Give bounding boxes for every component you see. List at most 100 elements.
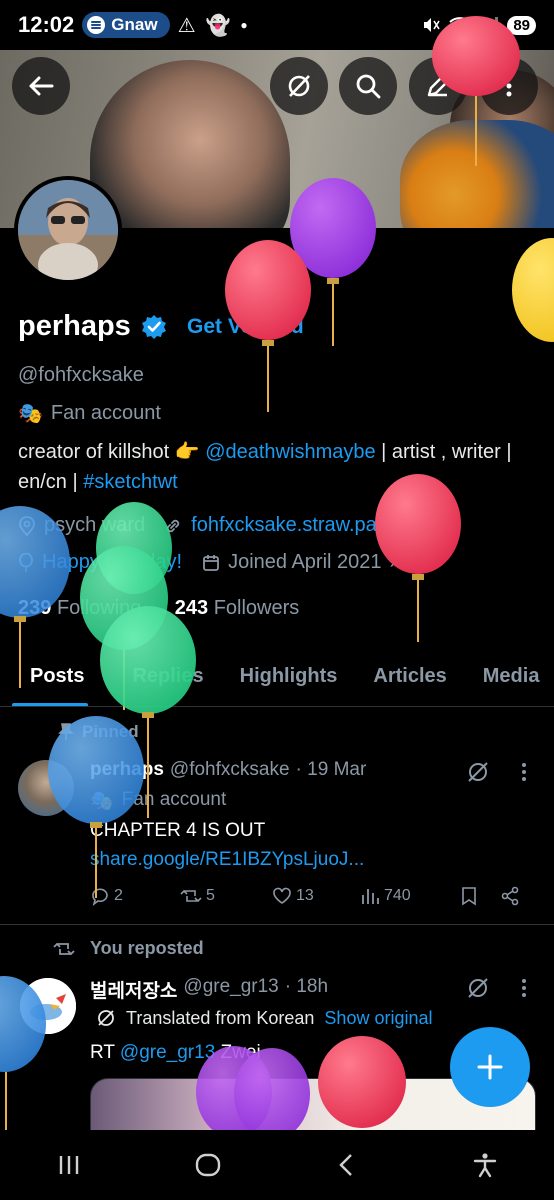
post-divider	[0, 924, 554, 925]
rt-mention-link[interactable]: @gre_gr13	[120, 1042, 215, 1063]
repost-button[interactable]: 5	[180, 886, 272, 906]
compose-fab[interactable]	[450, 1027, 530, 1107]
followers-label: Followers	[213, 597, 300, 619]
balloon-green-3	[100, 606, 196, 818]
search-button[interactable]	[339, 57, 397, 115]
pinned-label: Pinned	[82, 722, 139, 741]
chevron-right-icon: ›	[389, 551, 397, 573]
share-icon[interactable]	[500, 886, 520, 906]
repost-count: 5	[206, 887, 215, 904]
tab-replies[interactable]: Replies	[96, 645, 215, 706]
post-category-label: Fan account	[121, 789, 227, 810]
rt-prefix: RT	[90, 1042, 115, 1063]
bio-hashtag-link[interactable]: #sketchtwt	[83, 471, 177, 493]
status-time: 12:02	[18, 12, 75, 37]
translated-label: Translated from Korean	[126, 1008, 315, 1028]
repost-icon	[53, 942, 75, 955]
banner-figure-left	[90, 60, 290, 228]
translate-icon	[98, 1010, 114, 1026]
verified-badge-icon	[141, 314, 166, 339]
get-verified-link[interactable]: Get Verified	[187, 315, 304, 339]
views-count: 740	[384, 887, 411, 904]
birthday-label[interactable]: Happy birthday!	[42, 551, 182, 574]
bio-emoji: 👉	[174, 441, 200, 463]
following-count: 239	[18, 597, 52, 619]
balloon-icon	[19, 552, 33, 572]
tab-articles[interactable]: Articles	[349, 645, 458, 706]
display-name: perhaps	[18, 310, 167, 343]
followers-count: 243	[174, 597, 209, 619]
banner-orange-object	[400, 120, 554, 228]
recents-icon[interactable]	[55, 1151, 83, 1179]
translated-row: Translated from Korean Show original	[96, 1008, 432, 1029]
repost-author-name[interactable]: 벌레저장소	[90, 976, 177, 1003]
back-button[interactable]	[12, 57, 70, 115]
reply-button[interactable]: 2	[90, 886, 180, 906]
avatar-image	[18, 180, 118, 280]
like-button[interactable]: 13	[272, 886, 360, 906]
calendar-icon	[203, 554, 219, 571]
repost-label: You reposted	[90, 938, 204, 958]
display-name-text: perhaps	[18, 310, 131, 342]
post-link[interactable]: share.google/RE1IBZYpsLjuoJ...	[90, 849, 364, 871]
website-link[interactable]: fohfxcksake.straw.page	[191, 514, 399, 537]
grok-icon[interactable]	[466, 976, 490, 1000]
following-link[interactable]: 239 Following	[18, 597, 141, 619]
bio-mention-link[interactable]: @deathwishmaybe	[205, 441, 375, 463]
follow-stats: 239 Following 243 Followers	[18, 597, 299, 620]
post-author-avatar[interactable]	[18, 760, 74, 816]
show-original-link[interactable]: Show original	[324, 1008, 432, 1029]
repost-avatar-image	[20, 978, 76, 1034]
following-label: Following	[56, 597, 142, 619]
mute-icon	[424, 18, 440, 32]
rt-suffix: Zwei	[220, 1042, 261, 1063]
followers-link[interactable]: 243 Followers	[175, 597, 300, 619]
reply-count: 2	[114, 887, 123, 904]
search-icon	[356, 74, 381, 99]
link-icon	[166, 519, 180, 532]
joined-label: Joined April 2021	[228, 551, 382, 573]
views-icon	[362, 889, 379, 904]
grok-button[interactable]	[270, 57, 328, 115]
repost-author-handle[interactable]: @gre_gr13	[183, 976, 278, 1003]
balloon-yellow	[512, 238, 554, 342]
post-author-name[interactable]: perhaps	[90, 759, 164, 781]
bio-prefix: creator of killshot	[18, 441, 170, 463]
media-pill[interactable]: Gnaw	[82, 12, 170, 38]
more-button[interactable]	[480, 57, 538, 115]
battery-indicator: 89	[507, 15, 536, 35]
profile-avatar[interactable]	[14, 176, 122, 284]
warning-icon: ⚠	[177, 14, 196, 37]
edit-button[interactable]	[409, 57, 467, 115]
pinned-indicator: Pinned	[58, 722, 139, 742]
like-icon	[273, 887, 291, 904]
status-right: 89	[421, 15, 536, 35]
back-icon[interactable]	[333, 1151, 361, 1179]
wifi-icon	[449, 17, 471, 34]
repost-indicator: You reposted	[52, 938, 204, 959]
tab-posts[interactable]: Posts	[0, 645, 96, 706]
accessibility-icon[interactable]	[471, 1151, 499, 1179]
post-time: · 19 Mar	[295, 759, 367, 780]
grok-icon[interactable]	[466, 760, 490, 784]
tab-highlights[interactable]: Highlights	[216, 645, 350, 706]
tab-media[interactable]: Media	[459, 645, 552, 706]
home-icon[interactable]	[193, 1150, 223, 1180]
signal-icon	[480, 17, 499, 33]
bookmark-icon[interactable]	[460, 886, 478, 906]
more-vertical-icon[interactable]	[514, 976, 534, 1000]
media-app-label: Gnaw	[111, 15, 158, 34]
plus-icon	[477, 1054, 503, 1080]
post-actions: 2 5 13 740	[90, 886, 530, 906]
more-vertical-icon[interactable]	[514, 760, 534, 784]
snapchat-icon: 👻	[205, 14, 231, 37]
repost-author-avatar[interactable]	[20, 978, 76, 1034]
theater-mask-icon: 🎭	[90, 791, 114, 812]
dot-icon: ●	[240, 18, 248, 32]
views-button[interactable]: 740	[360, 886, 460, 906]
post-author-handle[interactable]: @fohfxcksake	[170, 759, 290, 781]
profile-tabs: Posts Replies Highlights Articles Media	[0, 645, 554, 707]
profile-bio: creator of killshot 👉 @deathwishmaybe | …	[18, 437, 538, 497]
compose-icon	[427, 74, 450, 97]
repost-icon	[180, 889, 202, 903]
